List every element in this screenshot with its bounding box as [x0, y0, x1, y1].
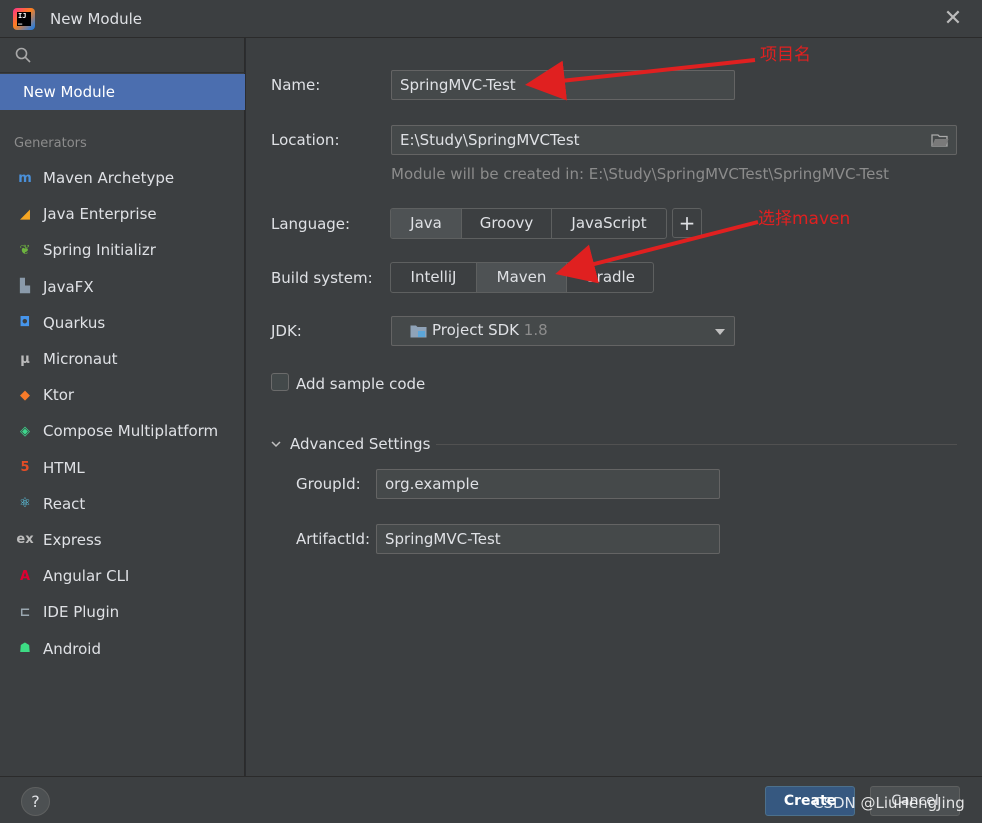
location-value: E:\Study\SpringMVCTest [400, 131, 580, 149]
groupid-field[interactable]: org.example [376, 469, 720, 499]
maven-annotation: 选择maven [758, 209, 851, 229]
jdk-value: Project SDK 1.8 [432, 321, 548, 339]
folder-browse-icon[interactable] [931, 133, 949, 147]
build-option-gradle[interactable]: Gradle [567, 263, 653, 292]
jdk-version: 1.8 [523, 321, 548, 339]
sidebar-item-label: Compose Multiplatform [43, 422, 219, 441]
language-option-java[interactable]: Java [391, 209, 462, 238]
sidebar-item-label: Ktor [43, 386, 75, 405]
name-label: Name: [271, 76, 321, 94]
add-language-button[interactable]: + [672, 208, 702, 238]
chevron-down-icon [715, 329, 725, 335]
csdn-watermark: CSDN @LiuHengJing [813, 794, 965, 812]
sidebar-item-maven-archetype[interactable]: m Maven Archetype [0, 160, 245, 196]
android-icon: ☗ [19, 641, 31, 657]
search-icon [15, 47, 31, 63]
ide-plugin-icon: ⊏ [19, 604, 31, 620]
sdk-folder-icon [410, 325, 427, 338]
sidebar-item-quarkus[interactable]: ◘ Quarkus [0, 305, 245, 341]
close-icon[interactable]: ✕ [940, 6, 966, 32]
ktor-icon: ◆ [20, 387, 30, 403]
sidebar-item-label: Quarkus [43, 313, 106, 332]
compose-icon: ◈ [20, 423, 30, 439]
name-field[interactable]: SpringMVC-Test [391, 70, 735, 100]
build-system-label: Build system: [271, 269, 373, 287]
advanced-settings-label: Advanced Settings [290, 435, 431, 453]
sidebar-item-ide-plugin[interactable]: ⊏ IDE Plugin [0, 594, 245, 630]
angular-icon: A [19, 568, 31, 584]
maven-icon: m [18, 170, 32, 186]
sidebar-item-label: JavaFX [43, 277, 94, 296]
jdk-dropdown[interactable]: Project SDK 1.8 [391, 316, 735, 346]
build-option-maven[interactable]: Maven [477, 263, 567, 292]
language-option-groovy[interactable]: Groovy [462, 209, 552, 238]
sidebar-item-label: Spring Initializr [43, 241, 156, 260]
artifactid-label: ArtifactId: [296, 530, 371, 548]
sidebar-item-compose-multiplatform[interactable]: ◈ Compose Multiplatform [0, 413, 245, 449]
sidebar-item-android[interactable]: ☗ Android [0, 630, 245, 666]
sidebar-item-react[interactable]: ⚛ React [0, 486, 245, 522]
artifactid-field[interactable]: SpringMVC-Test [376, 524, 720, 554]
java-enterprise-icon: ◢ [20, 206, 30, 222]
title-bar: IJ — New Module ✕ [0, 0, 982, 38]
jdk-label: JDK: [271, 322, 302, 340]
window-title: New Module [50, 10, 143, 28]
express-icon: ex [16, 532, 34, 548]
sidebar-item-label: React [43, 494, 86, 513]
add-sample-code-checkbox[interactable] [271, 373, 289, 391]
sidebar-item-label: Android [43, 639, 101, 658]
react-icon: ⚛ [19, 496, 31, 512]
sidebar-item-micronaut[interactable]: μ Micronaut [0, 341, 245, 377]
sidebar: New Module Generators m Maven Archetype ◢ J… [0, 38, 245, 776]
sidebar-item-label: Java Enterprise [43, 205, 157, 224]
generators-list: m Maven Archetype ◢ Java Enterprise ❦ Spring … [0, 160, 245, 667]
javafx-icon: ▙ [20, 279, 30, 295]
language-label: Language: [271, 215, 351, 233]
quarkus-icon: ◘ [19, 315, 31, 331]
sidebar-item-label: IDE Plugin [43, 603, 120, 622]
groupid-label: GroupId: [296, 475, 361, 493]
sidebar-search[interactable] [0, 38, 245, 73]
add-sample-code-label[interactable]: Add sample code [296, 375, 425, 393]
sidebar-item-angular-cli[interactable]: A Angular CLI [0, 558, 245, 594]
sidebar-item-spring-initializr[interactable]: ❦ Spring Initializr [0, 232, 245, 268]
location-label: Location: [271, 131, 340, 149]
sidebar-item-javafx[interactable]: ▙ JavaFX [0, 269, 245, 305]
generators-section-label: Generators [14, 136, 87, 151]
dialog-footer: ? Create Cancel CSDN @LiuHengJing [0, 776, 982, 823]
build-option-intellij[interactable]: IntelliJ [391, 263, 477, 292]
sidebar-item-label: Maven Archetype [43, 169, 175, 188]
sidebar-item-new-module[interactable]: New Module [0, 74, 245, 110]
sidebar-item-label: HTML [43, 458, 85, 477]
html-icon: 5 [20, 460, 30, 476]
jdk-name: Project SDK [432, 321, 519, 339]
intellij-logo-icon: IJ — [13, 8, 35, 30]
name-annotation: 项目名 [760, 45, 811, 65]
spring-icon: ❦ [19, 242, 31, 258]
location-field[interactable]: E:\Study\SpringMVCTest [391, 125, 957, 155]
sidebar-item-html[interactable]: 5 HTML [0, 450, 245, 486]
help-button[interactable]: ? [21, 787, 50, 816]
sidebar-item-express[interactable]: ex Express [0, 522, 245, 558]
advanced-settings-divider [436, 444, 957, 445]
micronaut-icon: μ [20, 351, 30, 367]
module-form: Name: SpringMVC-Test Location: E:\Study\… [246, 38, 982, 776]
language-option-javascript[interactable]: JavaScript [552, 209, 666, 238]
location-hint: Module will be created in: E:\Study\Spri… [391, 165, 890, 183]
sidebar-item-ktor[interactable]: ◆ Ktor [0, 377, 245, 413]
sidebar-item-label: Express [43, 530, 102, 549]
language-selector: Java Groovy JavaScript [390, 208, 667, 239]
sidebar-item-label: Micronaut [43, 350, 118, 369]
chevron-down-icon [271, 441, 281, 448]
sidebar-item-label: Angular CLI [43, 567, 130, 586]
advanced-settings-toggle[interactable]: Advanced Settings [271, 435, 430, 453]
sidebar-item-java-enterprise[interactable]: ◢ Java Enterprise [0, 196, 245, 232]
build-system-selector: IntelliJ Maven Gradle [390, 262, 654, 293]
